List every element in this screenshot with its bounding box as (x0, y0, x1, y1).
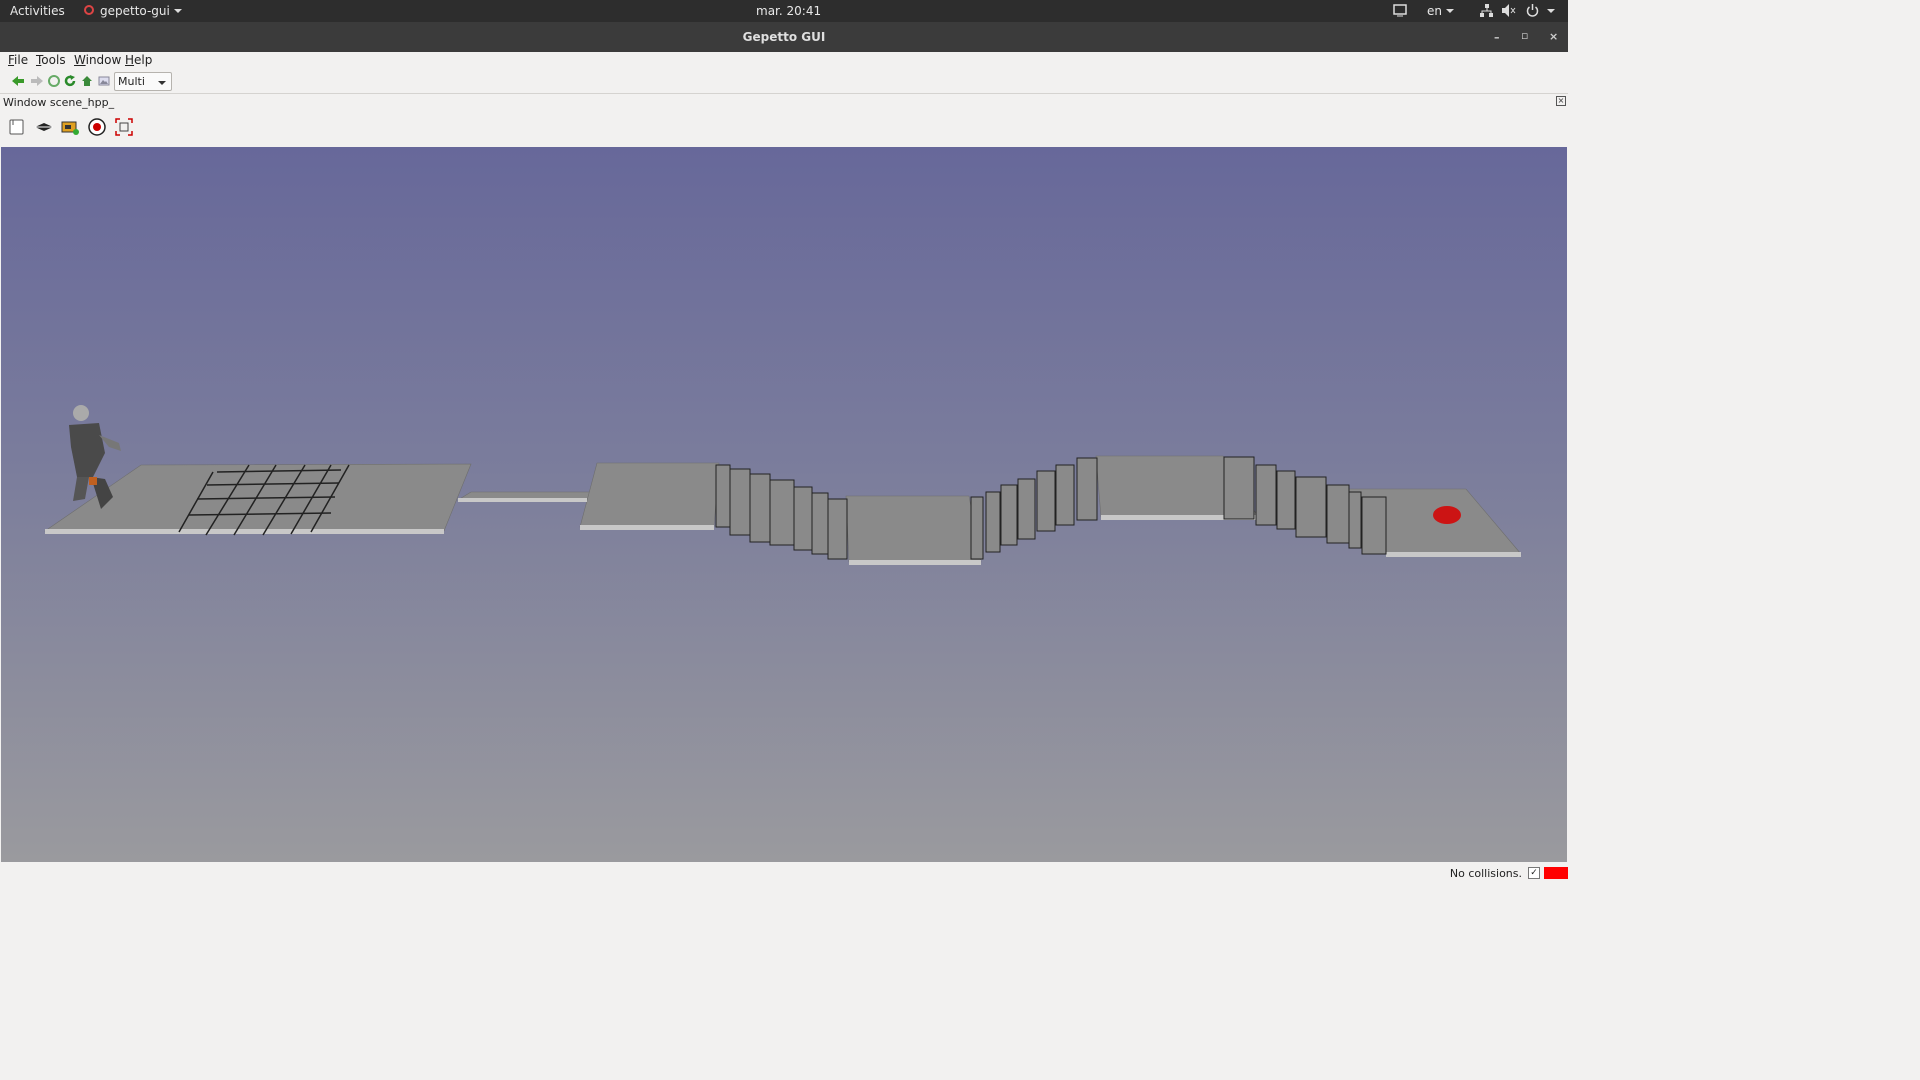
menu-bar: File Tools Window Help (0, 52, 1568, 69)
3d-viewport[interactable] (1, 147, 1567, 862)
maximize-icon[interactable]: ▫ (1521, 29, 1528, 42)
record-icon[interactable] (87, 117, 107, 137)
scene-render (44, 405, 1522, 565)
low-platform (845, 495, 982, 563)
system-top-bar: Activities gepetto-gui mar. 20:41 en (0, 0, 1568, 22)
stairs-down (715, 464, 848, 560)
refresh-icon[interactable] (64, 75, 76, 87)
viewer-dock-header: Window scene_hpp_ × (0, 94, 1568, 110)
back-arrow-icon[interactable] (12, 75, 24, 87)
clock[interactable]: mar. 20:41 (756, 4, 821, 18)
minimize-icon[interactable]: – (1494, 31, 1500, 44)
mode-select[interactable]: Multi (114, 72, 172, 91)
plane-icon[interactable] (34, 117, 54, 137)
image-icon[interactable] (98, 75, 110, 87)
network-icon[interactable] (1480, 4, 1493, 17)
app-menu-chevron-icon (174, 9, 182, 13)
power-icon[interactable] (1526, 4, 1539, 17)
menu-window[interactable]: Window (74, 53, 121, 67)
app-menu[interactable]: gepetto-gui (100, 4, 170, 18)
red-target (1433, 506, 1461, 524)
viewer-toolbar (0, 111, 1568, 147)
window-title: Gepetto GUI (742, 30, 826, 44)
activities-button[interactable]: Activities (10, 4, 65, 18)
main-toolbar: Multi (0, 69, 1568, 94)
gepetto-app-icon (84, 5, 94, 15)
collision-indicator (1544, 867, 1568, 879)
system-menu-chevron-icon (1547, 9, 1555, 13)
forward-arrow-icon[interactable] (31, 75, 43, 87)
language-chevron-icon (1446, 9, 1454, 13)
chevron-down-icon (158, 81, 166, 85)
dock-close-icon[interactable]: × (1556, 96, 1566, 106)
middle-platform (579, 462, 720, 528)
stairs-down-2 (1223, 456, 1387, 555)
language-selector[interactable]: en (1427, 4, 1442, 18)
stairs-up (970, 457, 1098, 560)
window-title-bar[interactable]: Gepetto GUI – ▫ × (0, 22, 1568, 52)
display-icon[interactable] (1393, 4, 1407, 17)
collision-checkbox[interactable]: ✓ (1528, 867, 1540, 879)
menu-help[interactable]: Help (125, 53, 152, 67)
menu-tools[interactable]: Tools (36, 53, 66, 67)
screenshot-icon[interactable] (60, 117, 80, 137)
dock-title: Window scene_hpp_ (3, 96, 115, 109)
fullscreen-icon[interactable] (114, 117, 134, 137)
status-bar: No collisions. (0, 862, 1568, 882)
home-icon[interactable] (81, 75, 93, 87)
menu-file[interactable]: File (8, 53, 28, 67)
stop-icon[interactable] (48, 75, 60, 87)
collision-status: No collisions. (1449, 867, 1522, 880)
volume-muted-icon[interactable] (1502, 4, 1516, 17)
camera-icon[interactable] (7, 117, 27, 137)
mode-select-value: Multi (118, 75, 145, 88)
close-icon[interactable]: × (1549, 30, 1558, 43)
